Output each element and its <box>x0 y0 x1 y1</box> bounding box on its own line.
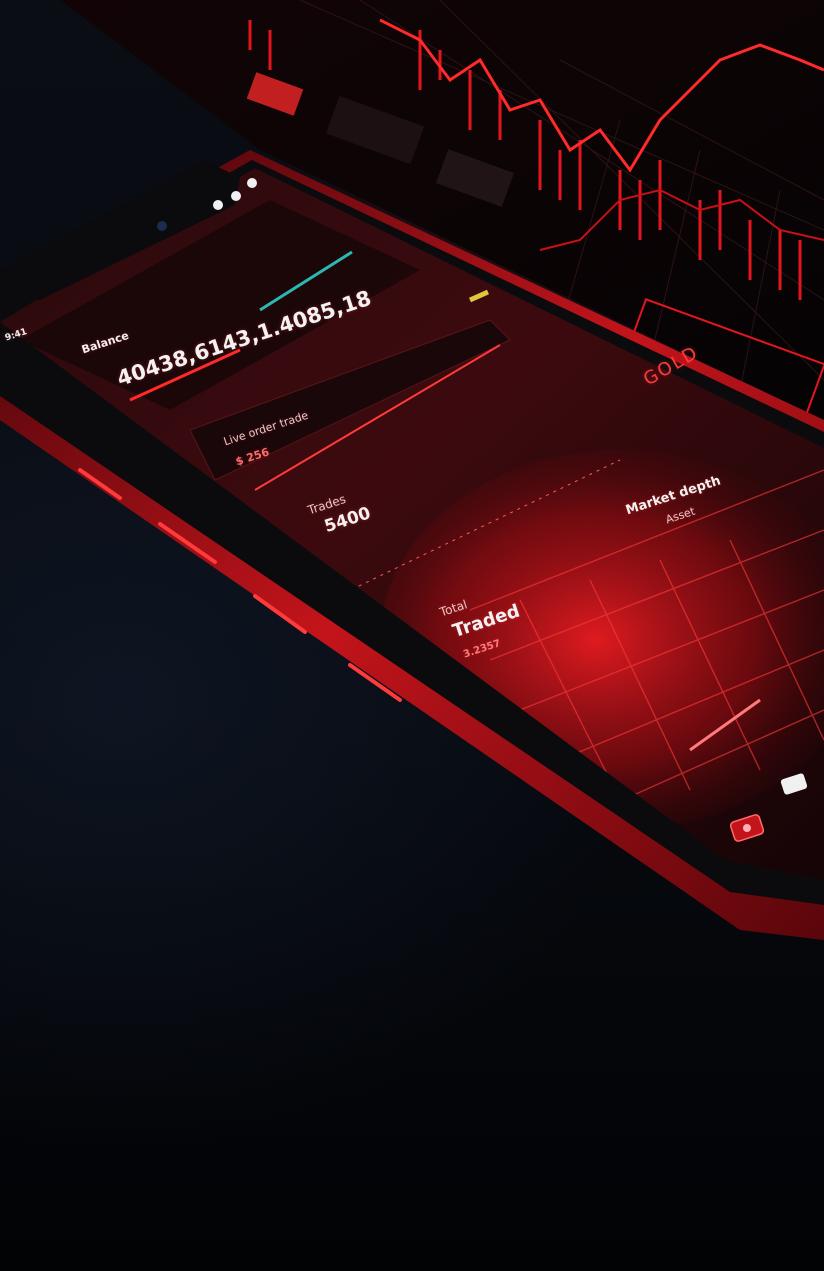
front-camera-icon <box>157 221 167 231</box>
scene: 9:41 Balance 40438,6143,1.4085,18 Live o… <box>0 0 824 1271</box>
record-dot-icon <box>743 824 751 832</box>
smartphone <box>0 150 824 940</box>
phone-screen <box>0 168 824 880</box>
